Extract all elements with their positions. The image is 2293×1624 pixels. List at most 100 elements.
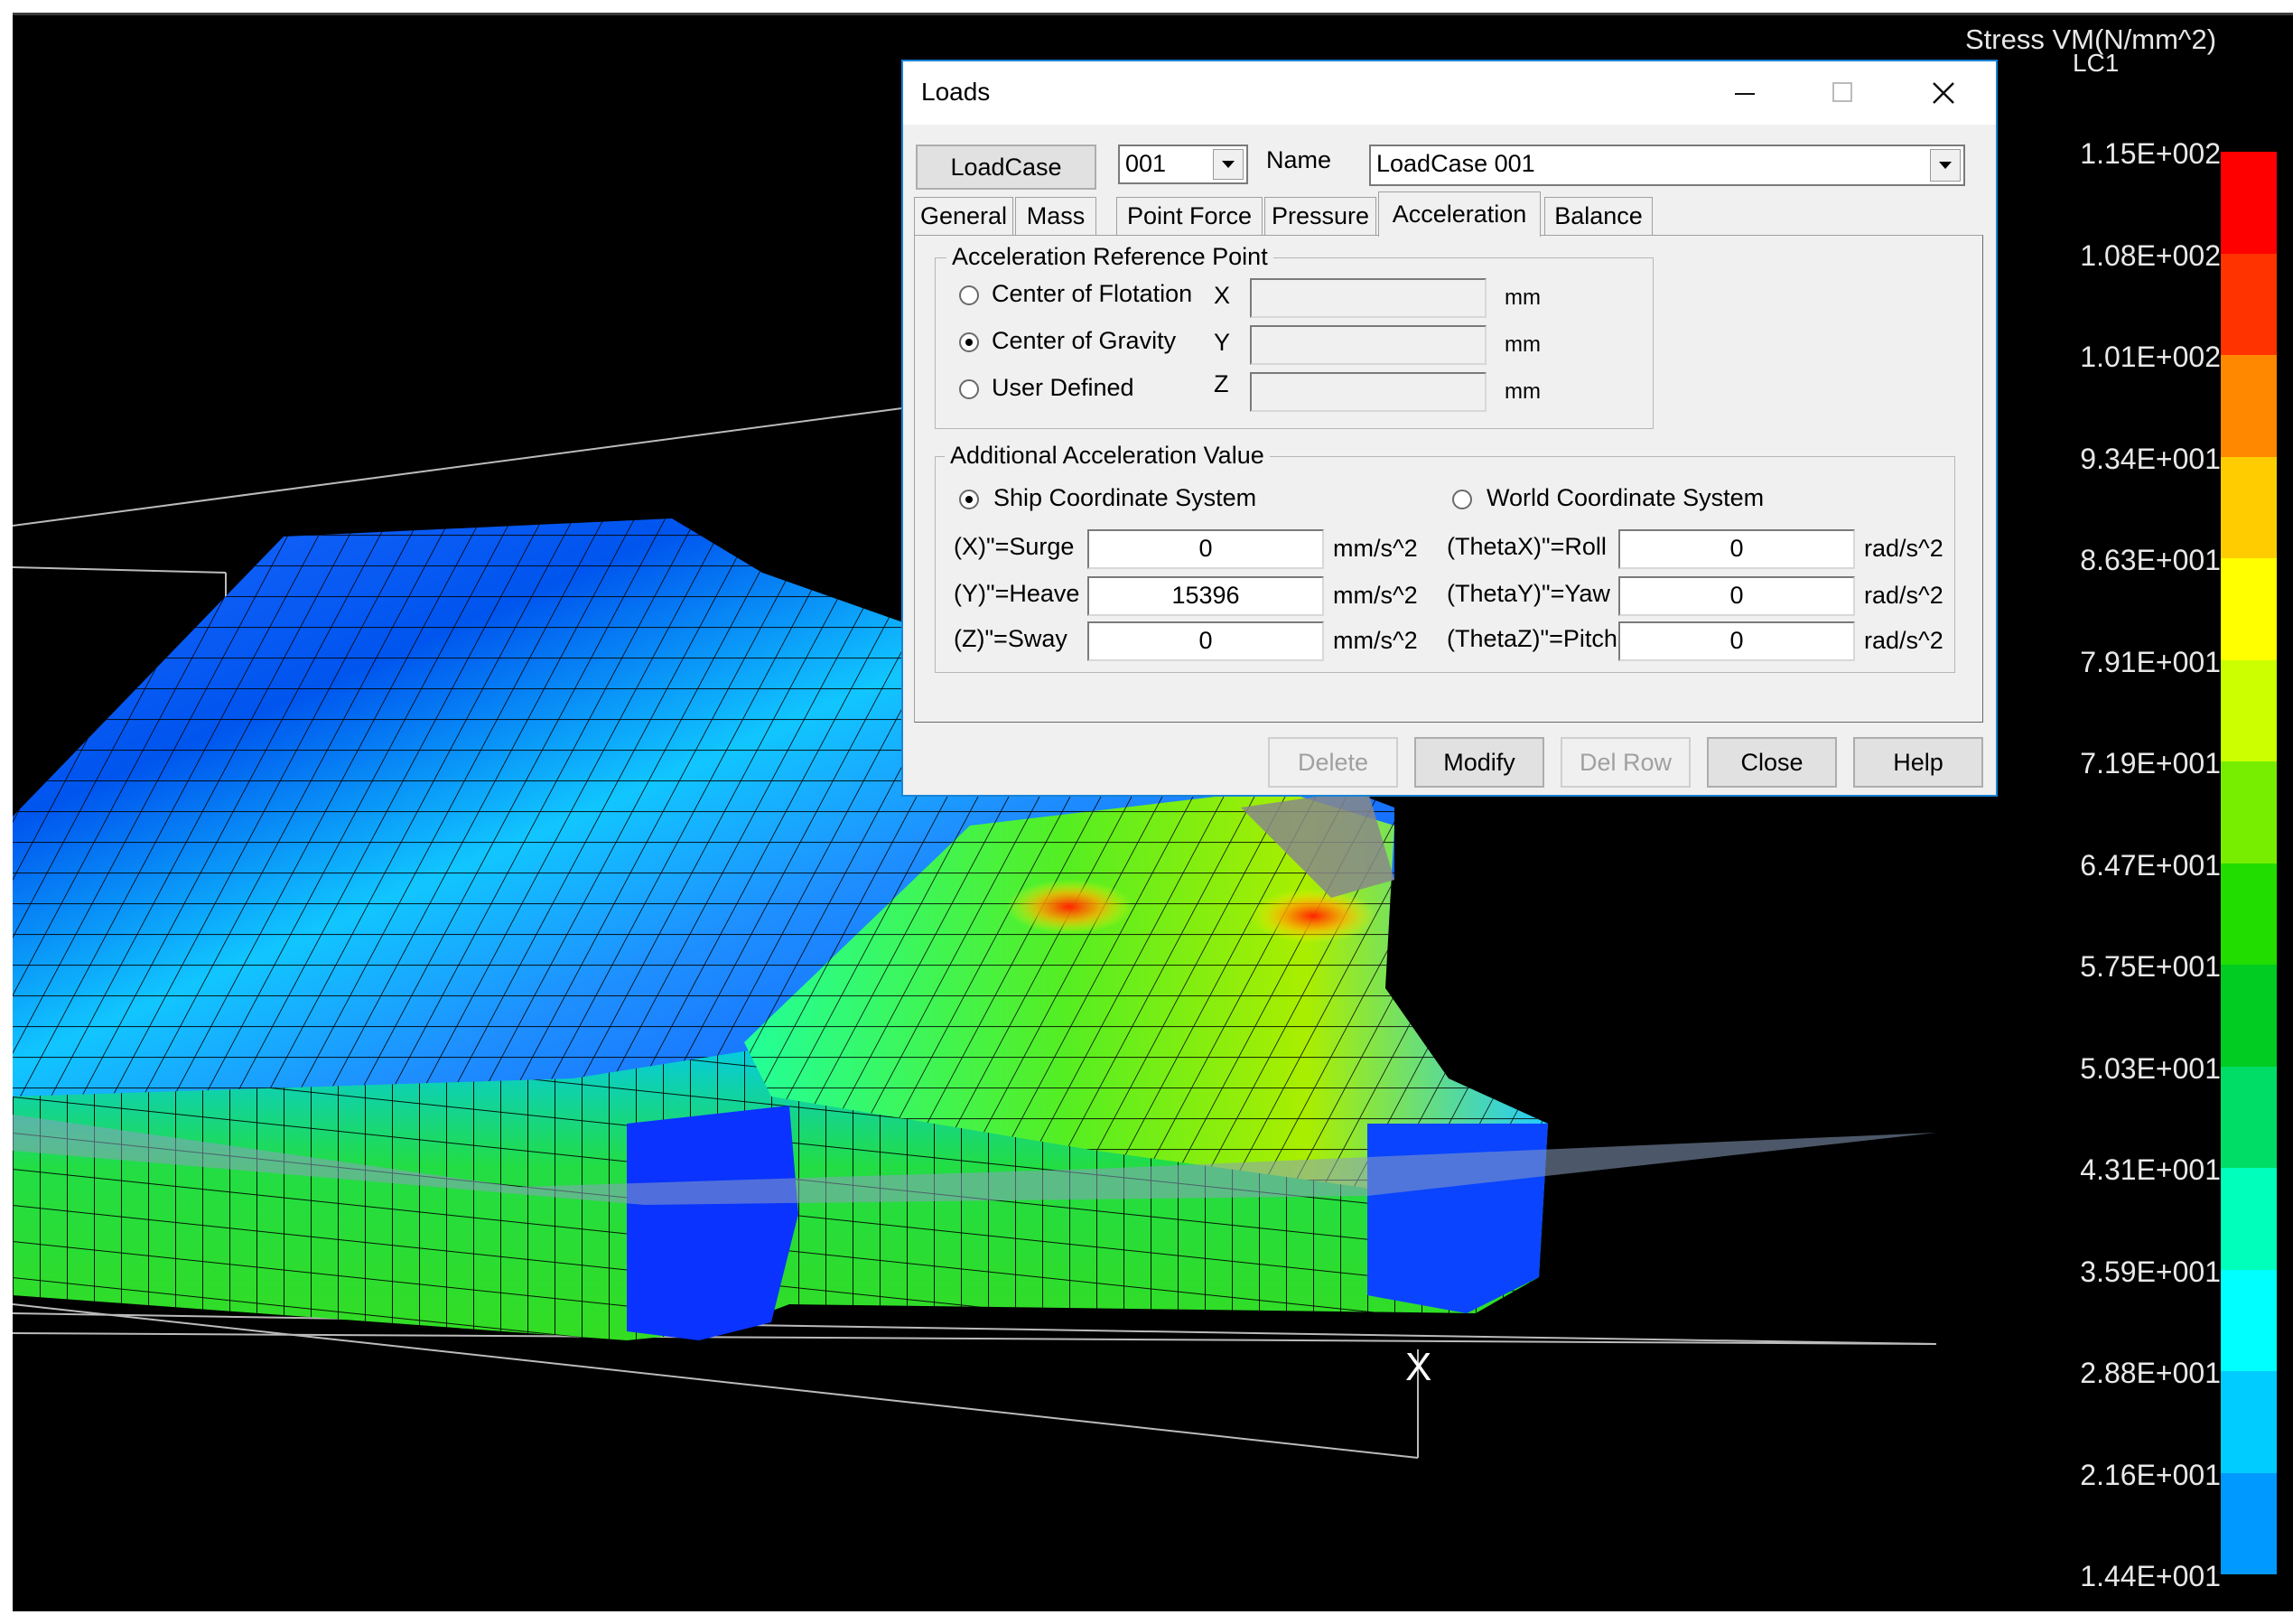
user-defined-radio[interactable] [959,379,979,399]
loadcase-name-value: LoadCase 001 [1376,150,1535,177]
legend-value: 6.47E+001 [2080,848,2221,882]
color-scale-segment [2221,1168,2277,1270]
delete-button: Delete [1268,737,1398,788]
ship-coordinate-system-radio[interactable] [959,490,979,509]
chevron-down-icon[interactable] [1213,149,1244,180]
z-unit-label: mm [1505,379,1541,404]
loadcase-number-value: 001 [1125,150,1167,177]
color-scale-bar [2221,152,2277,1574]
pitch-unit: rad/s^2 [1864,627,1943,654]
color-scale-segment [2221,355,2277,457]
legend-value: 7.91E+001 [2080,645,2221,678]
maximize-icon [1832,82,1852,102]
surge-input[interactable]: 0 [1087,529,1324,569]
tab-point-force[interactable]: Point Force [1116,197,1263,235]
acceleration-tab-panel: Acceleration Reference Point Center of F… [914,235,1983,723]
y-coordinate-field [1250,325,1487,365]
yaw-unit: rad/s^2 [1864,582,1943,609]
color-scale-segment [2221,863,2277,965]
legend-value: 1.15E+002 [2080,137,2221,170]
legend-value: 1.44E+001 [2080,1560,2221,1592]
legend-subtitle: LC1 [2073,49,2120,77]
color-scale-segment [2221,253,2277,355]
close-button[interactable]: Close [1707,737,1837,788]
dialog-titlebar[interactable]: Loads [903,61,1996,125]
axis-label-x: X [1405,1345,1431,1389]
reference-group-title: Acceleration Reference Point [946,243,1273,271]
yaw-input[interactable]: 0 [1618,576,1855,616]
yaw-label: (ThetaY)"=Yaw [1447,580,1610,607]
color-scale-segment [2221,152,2277,254]
z-coord-label: Z [1214,370,1229,397]
roll-input[interactable]: 0 [1618,529,1855,569]
del-row-button: Del Row [1561,737,1691,788]
sway-unit: mm/s^2 [1333,627,1418,654]
color-scale-segment [2221,1371,2277,1473]
legend-value: 2.16E+001 [2080,1458,2221,1491]
user-defined-label: User Defined [992,374,1134,401]
x-unit-label: mm [1505,285,1541,310]
y-unit-label: mm [1505,332,1541,357]
legend-value: 5.03E+001 [2080,1051,2221,1085]
heave-input[interactable]: 15396 [1087,576,1324,616]
name-label: Name [1266,146,1332,173]
color-scale-segment [2221,1472,2277,1574]
acceleration-reference-point-group: Acceleration Reference Point Center of F… [935,243,1654,429]
legend-value: 9.34E+001 [2080,442,2221,475]
center-of-flotation-label: Center of Flotation [992,280,1193,307]
x-coordinate-field [1250,278,1487,318]
legend-value: 5.75E+001 [2080,950,2221,983]
color-scale-segment [2221,1066,2277,1168]
loadcase-button[interactable]: LoadCase [916,145,1096,190]
surge-label: (X)"=Surge [954,533,1075,560]
additional-acceleration-group: Additional Acceleration Value Ship Coord… [935,442,1955,673]
center-of-gravity-label: Center of Gravity [992,327,1177,354]
tab-pressure[interactable]: Pressure [1264,197,1376,235]
world-coordinate-system-label: World Coordinate System [1487,484,1765,511]
heave-label: (Y)"=Heave [954,580,1080,607]
pitch-label-clip: (ThetaZ)"=Pitch [1447,625,1617,658]
color-scale-segment [2221,659,2277,761]
sway-input[interactable]: 0 [1087,621,1324,661]
roll-unit: rad/s^2 [1864,535,1943,562]
close-icon [1933,82,1954,104]
x-coord-label: X [1214,282,1231,309]
z-coordinate-field [1250,372,1487,412]
color-scale-segment [2221,761,2277,863]
tab-general[interactable]: General [914,197,1013,235]
loadcase-number-select[interactable]: 001 [1118,145,1248,184]
surge-unit: mm/s^2 [1333,535,1418,562]
chevron-down-icon[interactable] [1930,149,1961,182]
color-scale-segment [2221,558,2277,660]
tab-acceleration[interactable]: Acceleration [1378,191,1541,237]
legend-value: 4.31E+001 [2080,1153,2221,1186]
help-button[interactable]: Help [1853,737,1983,788]
pitch-input[interactable]: 0 [1618,621,1855,661]
tab-mass[interactable]: Mass [1015,197,1096,235]
color-scale-segment [2221,965,2277,1067]
ship-coordinate-system-label: Ship Coordinate System [993,484,1257,511]
center-of-gravity-radio[interactable] [959,332,979,352]
minimize-icon [1735,93,1755,95]
legend-value: 7.19E+001 [2080,747,2221,779]
legend-value: 2.88E+001 [2080,1357,2221,1389]
pitch-label: (ThetaZ)"=Pitch [1447,625,1617,652]
legend-value: 1.08E+002 [2080,238,2221,272]
legend-value: 3.59E+001 [2080,1255,2221,1288]
y-coord-label: Y [1214,329,1231,356]
roll-label: (ThetaX)"=Roll [1447,533,1607,560]
modify-button[interactable]: Modify [1414,737,1544,788]
close-window-button[interactable] [1895,61,1992,125]
color-scale-segment [2221,1269,2277,1371]
minimize-button[interactable] [1696,61,1794,125]
yaw-label-clip: (ThetaY)"=Yaw [1447,580,1617,612]
sway-label: (Z)"=Sway [954,625,1067,652]
loadcase-name-select[interactable]: LoadCase 001 [1369,145,1965,186]
tab-balance[interactable]: Balance [1544,197,1653,235]
heave-unit: mm/s^2 [1333,582,1418,609]
color-scale-segment [2221,456,2277,558]
world-coordinate-system-radio[interactable] [1452,490,1472,509]
center-of-flotation-radio[interactable] [959,285,979,305]
legend-value: 1.01E+002 [2080,341,2221,373]
additional-acceleration-title: Additional Acceleration Value [945,442,1270,470]
